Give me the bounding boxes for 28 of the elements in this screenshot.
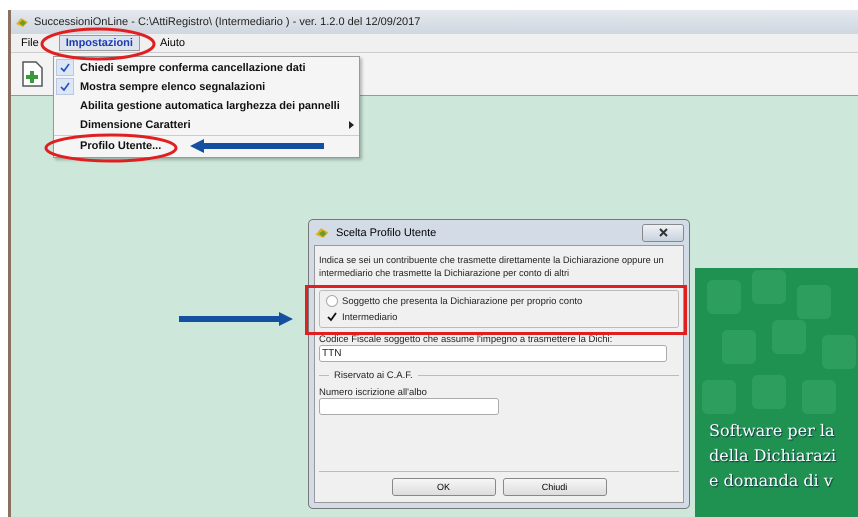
radio-option[interactable]: Soggetto che presenta la Dichiarazione per proprio conto	[326, 294, 672, 308]
menu-item[interactable]: Aiuto	[154, 36, 192, 50]
menu-option[interactable]: Dimensione Caratteri	[54, 115, 359, 134]
dialog-button[interactable]: Chiudi	[502, 478, 606, 496]
dialog-button[interactable]: OK	[392, 478, 496, 496]
registration-number-field[interactable]	[319, 398, 499, 415]
menu-option[interactable]: Chiedi sempre conferma cancellazione dati	[54, 58, 359, 77]
banner-text: e domanda di v	[709, 470, 834, 492]
menu-option[interactable]: Mostra sempre elenco segnalazioni	[54, 77, 359, 96]
radio-option[interactable]: Intermediario	[326, 310, 672, 324]
menu-option[interactable]: Abilita gestione automatica larghezza dei pannelli	[54, 96, 359, 115]
app-icon	[314, 226, 330, 239]
group-title: Riservato ai C.A.F.	[334, 370, 413, 381]
banner-text: della Dichiarazi	[709, 445, 836, 467]
close-icon	[658, 228, 668, 237]
tax-code-field[interactable]: TTN	[319, 345, 667, 362]
dialog-title: Scelta Profilo Utente	[336, 226, 436, 238]
field-label: Numero iscrizione all'albo	[319, 387, 428, 398]
instruction-text: Indica se sei un contribuente che trasmette direttamente la Dichiarazione oppure un intermediario che trasmette la Dichiarazione per conto di altri	[319, 254, 665, 280]
banner-text: Software per la	[709, 420, 836, 442]
app-icon	[15, 16, 29, 28]
menu-item[interactable]: Impostazioni	[58, 35, 140, 51]
window-title: SuccessioniOnLine - C:\AttiRegistro\ (Intermediario ) - ver. 1.2.0 del 12/09/2017	[34, 16, 420, 28]
submenu-arrow-icon	[349, 120, 354, 128]
menu-item[interactable]: File	[15, 36, 45, 50]
new-document-icon[interactable]	[21, 61, 43, 87]
field-label: Codice Fiscale soggetto che assume l'impegno a trasmettere la Dichi:	[319, 334, 614, 345]
close-button[interactable]	[642, 224, 684, 242]
